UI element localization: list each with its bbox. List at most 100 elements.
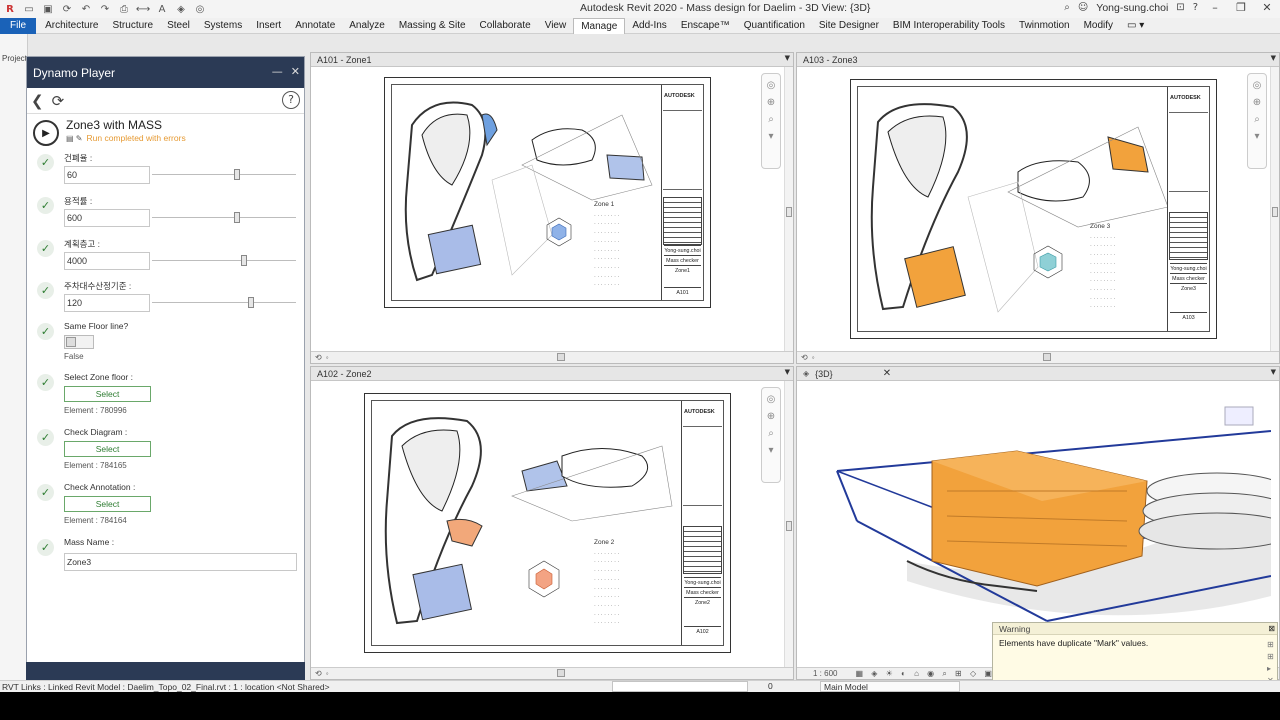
back-icon[interactable]: ❮ [31, 92, 44, 110]
scale-icon[interactable]: ⟲ [315, 353, 322, 362]
pin-icon[interactable]: ◦ [326, 353, 329, 362]
ribbon-tab-twinmotion[interactable]: Twinmotion [1012, 18, 1077, 34]
view-dropdown-icon[interactable]: ▼ [785, 54, 790, 62]
selection-count: 0 [768, 681, 773, 691]
user-icon[interactable]: ☺ [1078, 2, 1088, 13]
close-icon[interactable]: ✕ [291, 65, 300, 78]
scale-icon[interactable]: ⟲ [801, 353, 808, 362]
select-diagram-button[interactable]: Select [64, 441, 151, 457]
input-slider[interactable] [152, 212, 296, 223]
view-scale[interactable]: 1 : 600 [813, 669, 837, 678]
pin-icon[interactable]: ◦ [812, 353, 815, 362]
tag-icon[interactable]: A [156, 3, 168, 15]
ribbon-tab-analyze[interactable]: Analyze [342, 18, 392, 34]
select-annotation-button[interactable]: Select [64, 496, 151, 512]
view-a103[interactable]: A103 - Zone3 ▼ Zone 3 · · · · · · · · · · … [796, 52, 1280, 364]
input-field[interactable]: 600 [64, 209, 150, 227]
check-icon: ✓ [37, 154, 54, 171]
viewcube-icon[interactable] [1224, 406, 1254, 426]
ribbon-tab-bim-interoperability-tools[interactable]: BIM Interoperability Tools [886, 18, 1012, 34]
ribbon-tab-site-designer[interactable]: Site Designer [812, 18, 886, 34]
view-dropdown-icon[interactable]: ▼ [1271, 54, 1276, 62]
close-icon[interactable]: ⊠ [1268, 624, 1275, 633]
mass-name-field[interactable]: Zone3 [64, 553, 297, 571]
undo-icon[interactable]: ↶ [80, 3, 92, 15]
slider-thumb[interactable] [233, 212, 240, 223]
slider-thumb[interactable] [241, 255, 248, 266]
open-icon[interactable]: ▭ [23, 3, 35, 15]
user-name[interactable]: Yong-sung.choi [1096, 2, 1168, 14]
navigation-bar[interactable]: ◎ ⊕ ⌕ ▾ [1247, 73, 1267, 169]
ribbon-tab-steel[interactable]: Steel [160, 18, 197, 34]
ribbon-tab-structure[interactable]: Structure [105, 18, 160, 34]
view-control-icons[interactable]: ▦ ◈ ☀ ◐ ⌂ ◉ ⌕ ⊞ ◇ ▣ [855, 669, 994, 679]
scale-icon[interactable]: ⟲ [315, 669, 322, 678]
sheet-number: A101 [664, 287, 701, 296]
ribbon-tab-enscape-[interactable]: Enscape™ [674, 18, 737, 34]
view-tab-3d[interactable]: {3D} [815, 369, 833, 379]
sheet-a103: Zone 3 · · · · · · · · · · · · · · · · · ·… [850, 79, 1217, 339]
view-a102[interactable]: A102 - Zone2 ▼ Zone 2 · · · · · · · · · · … [310, 366, 794, 680]
input-field[interactable]: 120 [64, 294, 150, 312]
sync-icon[interactable]: ⟳ [61, 3, 73, 15]
slider-thumb[interactable] [233, 169, 240, 180]
revit-logo-icon[interactable]: R [4, 3, 16, 15]
view-tab-a101[interactable]: A101 - Zone1 [317, 55, 372, 65]
ribbon-tab-manage[interactable]: Manage [573, 17, 626, 34]
section-icon[interactable]: ◎ [194, 3, 206, 15]
select-zone-button[interactable]: Select [64, 386, 151, 402]
ribbon-tab-add-ins[interactable]: Add-Ins [625, 18, 673, 34]
ribbon-tab-annotate[interactable]: Annotate [288, 18, 342, 34]
view-dropdown-icon[interactable]: ▼ [1271, 368, 1276, 376]
navigation-bar[interactable]: ◎ ⊕ ⌕ ▾ [761, 73, 781, 169]
measure-icon[interactable]: ⟷ [136, 3, 150, 15]
view-3d-icon[interactable]: ◈ [175, 3, 187, 15]
input-coverage: ✓ 건폐율 : 60 [33, 152, 298, 192]
view-tab-a102[interactable]: A102 - Zone2 [317, 369, 372, 379]
redo-icon[interactable]: ↷ [99, 3, 111, 15]
script-file-icon[interactable]: ▤ ✎ [66, 134, 82, 143]
checker-label: Mass checker [684, 587, 721, 596]
input-slider[interactable] [152, 255, 296, 266]
view-a101[interactable]: A101 - Zone1 ▼ Zone 1 · · · · · · · · · · … [310, 52, 794, 364]
ribbon-tab-insert[interactable]: Insert [249, 18, 288, 34]
save-icon[interactable]: ▣ [42, 3, 54, 15]
autodesk-logo: AUTODESK [664, 93, 695, 99]
ribbon-tab-file[interactable]: File [0, 17, 37, 34]
ribbon-tab-architecture[interactable]: Architecture [38, 18, 105, 34]
ribbon-options-icon[interactable]: ▭ ▾ [1120, 18, 1151, 34]
play-icon[interactable]: ▶ [33, 120, 59, 146]
slider-thumb[interactable] [248, 297, 255, 308]
close-view-icon[interactable]: ✕ [883, 368, 891, 379]
ribbon-tab-view[interactable]: View [538, 18, 574, 34]
refresh-icon[interactable]: ⟳ [52, 92, 65, 110]
ribbon-tab-systems[interactable]: Systems [197, 18, 249, 34]
help-search-icon[interactable]: ⌕ [1064, 2, 1070, 13]
title-block: AUTODESK Yong-sung.choi Mass checker Zon… [681, 401, 723, 645]
ribbon-tab-massing-site[interactable]: Massing & Site [392, 18, 473, 34]
input-slider[interactable] [152, 169, 296, 180]
script-name: Zone3 with MASS [66, 118, 163, 132]
input-field[interactable]: 60 [64, 166, 150, 184]
help-icon[interactable]: ? [282, 91, 300, 109]
design-option-selector[interactable]: Main Model [820, 681, 960, 692]
pin-icon[interactable]: ◦ [326, 669, 329, 678]
print-icon[interactable]: ⎙ [118, 3, 130, 15]
minimize-button[interactable]: – [1206, 1, 1224, 14]
ribbon-tab-quantification[interactable]: Quantification [737, 18, 812, 34]
minimize-icon[interactable]: — [272, 65, 283, 78]
input-slider[interactable] [152, 297, 296, 308]
restore-button[interactable]: ❐ [1232, 1, 1250, 14]
view-tab-a103[interactable]: A103 - Zone3 [803, 55, 858, 65]
close-window-button[interactable]: ✕ [1258, 1, 1276, 14]
same-floor-toggle[interactable] [64, 335, 94, 349]
ribbon-tab-collaborate[interactable]: Collaborate [473, 18, 538, 34]
cart-icon[interactable]: ⊡ [1176, 2, 1184, 13]
view-dropdown-icon[interactable]: ▼ [785, 368, 790, 376]
input-field[interactable]: 4000 [64, 252, 150, 270]
workset-selector[interactable] [612, 681, 748, 692]
help-icon[interactable]: ? [1193, 2, 1198, 13]
navigation-bar[interactable]: ◎ ⊕ ⌕ ▾ [761, 387, 781, 483]
input-select-zone: ✓ Select Zone floor : Select Element : 7… [33, 372, 298, 418]
ribbon-tab-modify[interactable]: Modify [1077, 18, 1120, 34]
